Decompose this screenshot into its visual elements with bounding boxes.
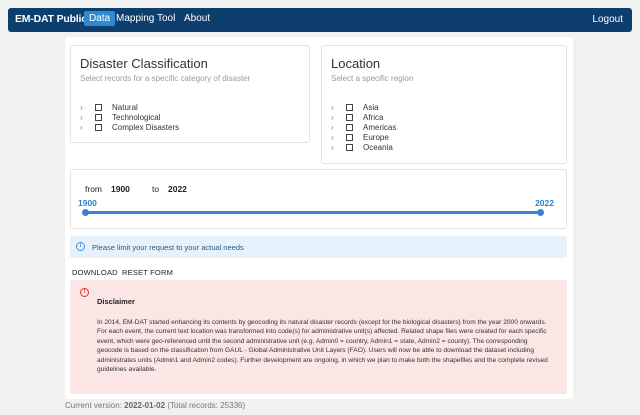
version-footer: Current version: 2022-01-02 (Total recor…: [65, 401, 245, 410]
total-records: (Total records: 25336): [167, 401, 246, 410]
warning-icon: !: [80, 288, 89, 297]
tree-item-label: Americas: [363, 122, 397, 132]
tree-item-label: Complex Disasters: [112, 122, 180, 132]
version-value: 2022-01-02: [124, 401, 166, 410]
tree-item-label: Oceania: [363, 142, 393, 152]
reset-form-button[interactable]: RESET FORM: [122, 268, 173, 277]
tree-item-asia[interactable]: › Asia: [331, 102, 396, 112]
main-panel: Disaster Classification Select records f…: [65, 37, 573, 399]
year-range-card: from 1900 to 2022 1900 2022: [70, 169, 567, 229]
tree-item-europe[interactable]: › Europe: [331, 132, 396, 142]
checkbox[interactable]: [346, 103, 353, 111]
tree-item-label: Europe: [363, 132, 389, 142]
tree-item-natural[interactable]: › Natural: [80, 102, 179, 112]
to-year-value: 2022: [168, 184, 187, 194]
location-tree: › Asia › Africa › Americas › Europe › Oc…: [331, 102, 396, 152]
tree-item-label: Natural: [112, 102, 138, 112]
tree-item-label: Technological: [112, 112, 161, 122]
info-text: Please limit your request to your actual…: [92, 243, 244, 252]
from-year-value: 1900: [111, 184, 130, 194]
chevron-right-icon[interactable]: ›: [331, 103, 343, 112]
checkbox[interactable]: [95, 103, 102, 111]
checkbox[interactable]: [346, 143, 353, 151]
top-navbar: EM-DAT Public Data Mapping Tool About Lo…: [8, 8, 632, 32]
tree-item-label: Asia: [363, 102, 379, 112]
disclaimer-body: In 2014, EM-DAT started enhancing its co…: [97, 319, 548, 374]
year-slider-min-handle[interactable]: [82, 209, 89, 216]
disclaimer-alert: ! Disclaimer In 2014, EM-DAT started enh…: [70, 280, 567, 394]
tree-item-oceania[interactable]: › Oceania: [331, 142, 396, 152]
year-slider-track[interactable]: [85, 211, 540, 214]
slider-min-label: 1900: [78, 198, 97, 208]
disclaimer-title: Disclaimer: [97, 297, 135, 306]
nav-item-mapping-tool[interactable]: Mapping Tool: [116, 13, 175, 24]
checkbox[interactable]: [95, 113, 102, 121]
version-prefix: Current version:: [65, 401, 122, 410]
tree-item-technological[interactable]: › Technological: [80, 112, 179, 122]
year-slider-max-handle[interactable]: [537, 209, 544, 216]
chevron-right-icon[interactable]: ›: [331, 123, 343, 132]
classification-tree: › Natural › Technological › Complex Disa…: [80, 102, 179, 132]
download-button[interactable]: DOWNLOAD: [72, 268, 118, 277]
chevron-right-icon[interactable]: ›: [80, 113, 92, 122]
logout-button[interactable]: Logout: [592, 14, 623, 25]
info-icon: i: [76, 242, 85, 251]
chevron-right-icon[interactable]: ›: [331, 133, 343, 142]
chevron-right-icon[interactable]: ›: [331, 113, 343, 122]
classification-subtitle: Select records for a specific category o…: [80, 74, 251, 83]
classification-title: Disaster Classification: [80, 56, 208, 71]
chevron-right-icon[interactable]: ›: [80, 123, 92, 132]
nav-item-data[interactable]: Data: [84, 11, 116, 26]
checkbox[interactable]: [346, 123, 353, 131]
location-card: Location Select a specific region › Asia…: [321, 45, 567, 164]
tree-item-complex-disasters[interactable]: › Complex Disasters: [80, 122, 179, 132]
from-label: from: [85, 184, 102, 194]
chevron-right-icon[interactable]: ›: [80, 103, 92, 112]
checkbox[interactable]: [346, 133, 353, 141]
to-label: to: [152, 184, 160, 194]
checkbox[interactable]: [346, 113, 353, 121]
tree-item-americas[interactable]: › Americas: [331, 122, 396, 132]
tree-item-africa[interactable]: › Africa: [331, 112, 396, 122]
checkbox[interactable]: [95, 123, 102, 131]
brand-logo[interactable]: EM-DAT Public: [15, 13, 87, 25]
location-title: Location: [331, 56, 381, 71]
slider-max-label: 2022: [535, 198, 554, 208]
disaster-classification-card: Disaster Classification Select records f…: [70, 45, 310, 143]
nav-item-about[interactable]: About: [184, 13, 210, 24]
location-subtitle: Select a specific region: [331, 74, 414, 83]
chevron-right-icon[interactable]: ›: [331, 143, 343, 152]
info-alert: i Please limit your request to your actu…: [70, 236, 567, 258]
tree-item-label: Africa: [363, 112, 384, 122]
